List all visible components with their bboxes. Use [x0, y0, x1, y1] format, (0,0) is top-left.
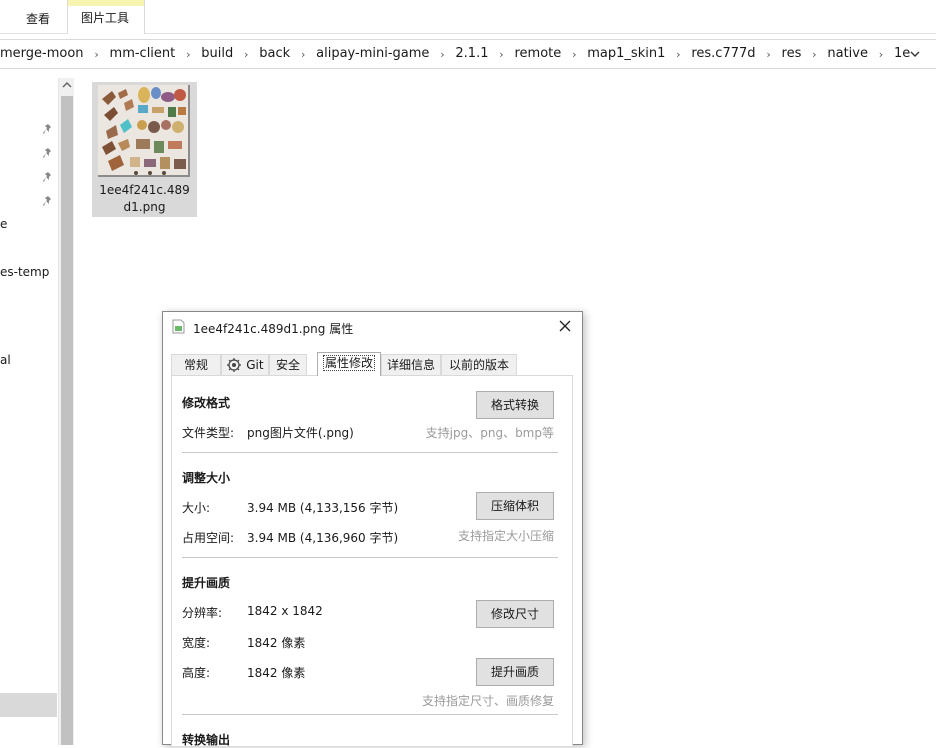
size-label: 大小: — [182, 501, 211, 515]
dialog-tabs: 常规 Git 安全 属性修改 详细信息 以前的版本 — [171, 352, 575, 376]
breadcrumb-item[interactable]: remote — [514, 46, 561, 61]
navigation-pane: e es-temp al — [0, 70, 58, 745]
section-size-title: 调整大小 — [182, 471, 231, 485]
tab-property-modify-label: 属性修改 — [322, 355, 375, 371]
png-file-icon — [172, 319, 185, 334]
file-type-label: 文件类型: — [182, 426, 235, 440]
convert-format-button[interactable]: 格式转换 — [476, 391, 554, 419]
breadcrumb-item[interactable]: merge-moon — [0, 46, 84, 61]
quality-hint: 支持指定尺寸、画质修复 — [421, 694, 554, 708]
compress-button[interactable]: 压缩体积 — [476, 492, 554, 520]
tab-security-label: 安全 — [275, 358, 300, 372]
chevron-right-icon[interactable]: › — [84, 46, 110, 64]
chevron-right-icon[interactable]: › — [233, 46, 259, 64]
width-value: 1842 像素 — [247, 636, 306, 650]
dialog-title: 1ee4f241c.489d1.png 属性 — [193, 322, 354, 336]
git-icon — [227, 358, 242, 372]
properties-dialog: 1ee4f241c.489d1.png 属性 常规 Git 安全 属性修改 详细… — [162, 311, 583, 747]
tab-git-label: Git — [246, 358, 264, 372]
tab-git[interactable]: Git — [221, 354, 269, 376]
tab-general[interactable]: 常规 — [171, 354, 221, 376]
tab-previous-versions[interactable]: 以前的版本 — [441, 354, 517, 376]
disk-size-value: 3.94 MB (4,136,960 字节) — [247, 531, 399, 545]
chevron-right-icon[interactable]: › — [561, 46, 587, 64]
tab-property-modify[interactable]: 属性修改 — [317, 352, 381, 376]
breadcrumb-item[interactable]: mm-client — [110, 46, 176, 61]
divider — [182, 557, 558, 558]
tab-details-label: 详细信息 — [386, 358, 435, 372]
nav-item[interactable]: es-temp — [0, 265, 49, 279]
close-icon[interactable] — [556, 317, 574, 335]
ribbon-tab-picture-tools-label: 图片工具 — [81, 11, 130, 25]
divider — [182, 714, 558, 715]
enhance-quality-button[interactable]: 提升画质 — [476, 658, 554, 686]
nav-item[interactable]: e — [0, 217, 7, 231]
breadcrumb-item[interactable]: back — [259, 46, 290, 61]
file-item[interactable]: 1ee4f241c.489d1.png — [92, 82, 197, 217]
tab-details[interactable]: 详细信息 — [381, 354, 441, 376]
image-thumbnail — [98, 85, 190, 177]
tab-general-label: 常规 — [183, 358, 208, 372]
scrollbar-thumb[interactable] — [61, 96, 73, 745]
height-label: 高度: — [182, 666, 211, 680]
breadcrumb-item[interactable]: native — [827, 46, 868, 61]
contextual-tab-highlight — [68, 0, 144, 6]
chevron-right-icon[interactable]: › — [488, 46, 514, 64]
resolution-value: 1842 x 1842 — [247, 604, 323, 618]
chevron-right-icon[interactable]: › — [175, 46, 201, 64]
scroll-up-icon[interactable] — [62, 81, 72, 89]
pin-icon[interactable] — [43, 195, 53, 207]
breadcrumb-item[interactable]: build — [201, 46, 233, 61]
ribbon: 查看 图片工具 — [0, 0, 936, 34]
section-output-title: 转换输出 — [182, 733, 231, 747]
breadcrumb-item[interactable]: res.c777d — [691, 46, 755, 61]
section-quality-title: 提升画质 — [182, 576, 231, 590]
width-label: 宽度: — [182, 636, 211, 650]
pin-icon[interactable] — [43, 171, 53, 183]
nav-item-selected[interactable] — [0, 693, 57, 717]
tab-previous-versions-label: 以前的版本 — [448, 358, 509, 372]
pin-icon[interactable] — [43, 147, 53, 159]
chevron-right-icon[interactable]: › — [801, 46, 827, 64]
ribbon-tab-view[interactable]: 查看 — [16, 8, 60, 34]
chevron-right-icon[interactable]: › — [665, 46, 691, 64]
section-format-title: 修改格式 — [182, 396, 231, 410]
pin-icon[interactable] — [43, 123, 53, 135]
disk-size-label: 占用空间: — [182, 531, 235, 545]
nav-scrollbar[interactable] — [58, 78, 74, 745]
chevron-down-icon[interactable] — [908, 47, 922, 61]
resize-button[interactable]: 修改尺寸 — [476, 600, 554, 628]
compress-hint: 支持指定大小压缩 — [457, 529, 554, 543]
property-modify-panel: 修改格式 格式转换 文件类型: png图片文件(.png) 支持jpg、png、… — [171, 375, 573, 747]
chevron-right-icon[interactable]: › — [290, 46, 316, 64]
file-name: 1ee4f241c.489d1.png — [99, 183, 190, 214]
size-value: 3.94 MB (4,133,156 字节) — [247, 501, 399, 515]
breadcrumb-item[interactable]: 2.1.1 — [455, 46, 488, 61]
sprite-sheet-thumbnail — [98, 85, 188, 175]
divider — [182, 452, 558, 453]
chevron-right-icon[interactable]: › — [429, 46, 455, 64]
chevron-right-icon[interactable]: › — [868, 46, 894, 64]
breadcrumb-item[interactable]: res — [782, 46, 802, 61]
address-bar[interactable]: merge-moon › mm-client › build › back › alipay-m… — [0, 39, 936, 69]
nav-item[interactable]: al — [0, 353, 11, 367]
file-type-value: png图片文件(.png) — [247, 426, 354, 440]
tab-security[interactable]: 安全 — [269, 354, 307, 376]
breadcrumb-item[interactable]: alipay-mini-game — [316, 46, 429, 61]
chevron-right-icon[interactable]: › — [756, 46, 782, 64]
resolution-label: 分辨率: — [182, 606, 223, 620]
height-value: 1842 像素 — [247, 666, 306, 680]
breadcrumb: merge-moon › mm-client › build › back › alipay-m… — [0, 46, 910, 64]
format-hint: 支持jpg、png、bmp等 — [425, 426, 554, 440]
dialog-titlebar[interactable]: 1ee4f241c.489d1.png 属性 — [163, 312, 582, 342]
breadcrumb-item[interactable]: map1_skin1 — [587, 46, 665, 61]
ribbon-tab-picture-tools[interactable]: 图片工具 — [67, 0, 145, 34]
